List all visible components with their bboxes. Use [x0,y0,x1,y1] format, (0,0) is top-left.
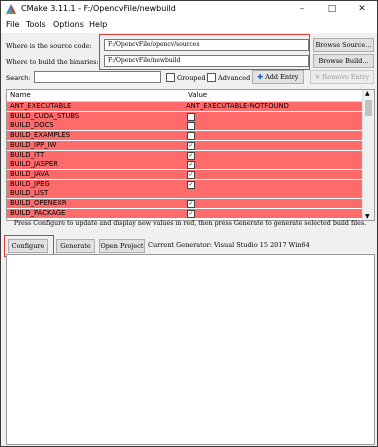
checked-checkbox-icon[interactable]: ✓ [187,161,195,170]
checked-checkbox-icon[interactable]: ✓ [187,151,195,160]
table-row[interactable]: BUILD_JASPER ✓ [7,160,362,170]
remove-entry-label: Remove Entry [322,73,370,81]
table-row[interactable]: BUILD_IPP_IW ✓ [7,140,362,150]
remove-icon: ✕ [314,73,321,81]
cache-entry-name: BUILD_LIST [10,189,49,198]
menu-help[interactable]: Help [89,20,107,29]
table-row[interactable]: BUILD_JPEG ✓ [7,179,362,189]
title-bar: CMake 3.11.1 - F:/OpencvFile/newbuild – … [1,1,377,18]
window-title: CMake 3.11.1 - F:/OpencvFile/newbuild [21,4,176,13]
path-highlight-box [99,34,310,70]
grouped-label: Grouped [177,74,206,82]
search-input[interactable] [34,71,161,83]
current-generator-label: Current Generator: Visual Studio 15 2017… [148,241,310,249]
checked-checkbox-icon[interactable]: ✓ [187,200,195,208]
column-header-value[interactable]: Value [188,90,362,102]
table-row[interactable]: BUILD_DOCS [7,121,362,131]
cache-table: Name Value ANT_EXECUTABLE ANT_EXECUTABLE-… [6,89,375,221]
status-message: Press Configure to update and display ne… [13,220,367,227]
cache-entry-name: BUILD_JASPER [10,160,59,169]
menu-bar: File Tools Options Help [1,18,377,33]
cache-entry-name: BUILD_JPEG [10,179,50,188]
add-entry-button[interactable]: ✚ Add Entry [252,70,304,84]
cache-entry-name: BUILD_PACKAGE [10,208,66,217]
add-entry-label: Add Entry [265,73,299,81]
table-row[interactable]: BUILD_JAVA ✓ [7,169,362,179]
plus-icon: ✚ [257,73,263,81]
cache-entry-name: ANT_EXECUTABLE [10,102,72,110]
table-row[interactable]: BUILD_PACKAGE ✓ [7,208,362,218]
source-label: Where is the source code: [6,42,92,50]
browse-build-button[interactable]: Browse Build... [313,54,374,68]
cmake-window: CMake 3.11.1 - F:/OpencvFile/newbuild – … [0,0,378,447]
cache-entry-name: BUILD_EXAMPLES [10,131,71,140]
table-row[interactable]: BUILD_ITT ✓ [7,150,362,160]
close-button[interactable]: ✕ [347,1,377,18]
menu-file[interactable]: File [6,20,19,29]
minimize-button[interactable]: – [287,1,317,18]
close-icon: ✕ [358,4,366,14]
unchecked-checkbox-icon[interactable] [187,132,195,141]
table-row[interactable]: ANT_EXECUTABLE ANT_EXECUTABLE-NOTFOUND [7,102,362,111]
maximize-icon: □ [327,4,337,14]
cache-entry-name: BUILD_CUDA_STUBS [10,111,80,120]
unchecked-checkbox-icon[interactable] [187,122,195,131]
checked-checkbox-icon[interactable]: ✓ [187,170,195,179]
column-header-name[interactable]: Name [7,90,188,102]
generate-button[interactable]: Generate [56,239,95,253]
checked-checkbox-icon[interactable]: ✓ [187,180,195,189]
cache-entry-value[interactable]: ANT_EXECUTABLE-NOTFOUND [186,102,289,111]
maximize-button[interactable]: □ [317,1,347,18]
scroll-thumb[interactable] [365,100,372,116]
search-label: Search: [6,74,31,82]
cache-entry-name: BUILD_DOCS [10,121,54,130]
table-row[interactable]: BUILD_OPENEXR ✓ [7,199,362,208]
menu-options[interactable]: Options [53,20,84,29]
checked-checkbox-icon[interactable]: ✓ [187,141,195,150]
table-row[interactable]: BUILD_CUDA_STUBS [7,111,362,121]
scroll-up-icon[interactable]: ▲ [365,90,370,97]
output-log[interactable] [6,254,375,445]
cache-entry-name: BUILD_OPENEXR [10,199,67,207]
vertical-scrollbar[interactable]: ▲ ▼ [362,90,374,220]
remove-entry-button[interactable]: ✕ Remove Entry [310,70,374,84]
table-row[interactable]: BUILD_EXAMPLES [7,131,362,141]
advanced-label: Advanced [218,74,251,82]
advanced-checkbox[interactable] [207,73,216,82]
cache-entry-name: BUILD_IPP_IW [10,140,57,149]
unchecked-checkbox-icon[interactable] [187,112,195,121]
browse-source-button[interactable]: Browse Source... [313,38,374,52]
open-project-button[interactable]: Open Project [99,239,145,253]
cmake-app-icon [6,4,16,14]
build-label: Where to build the binaries: [6,58,99,66]
grouped-checkbox[interactable] [166,73,175,82]
cache-entry-name: BUILD_ITT [10,150,45,159]
table-row[interactable]: BUILD_LIST [7,189,362,199]
scroll-down-icon[interactable]: ▼ [365,213,370,220]
checked-checkbox-icon[interactable]: ✓ [187,209,195,218]
menu-tools[interactable]: Tools [26,20,46,29]
cache-entry-name: BUILD_JAVA [10,169,50,178]
minimize-icon: – [299,4,305,14]
